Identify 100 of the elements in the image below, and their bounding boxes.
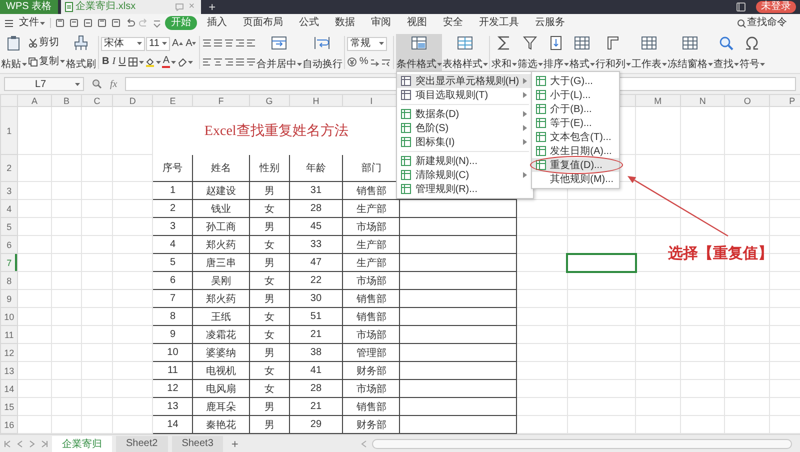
- ribbon-button[interactable]: 剪切: [27, 37, 66, 50]
- add-sheet-button[interactable]: +: [227, 436, 242, 450]
- sheet-tab[interactable]: Sheet3: [172, 436, 224, 452]
- align-icon[interactable]: [213, 56, 224, 67]
- menu-tab[interactable]: 审阅: [365, 16, 397, 30]
- menu-item[interactable]: 清除规则(C): [397, 168, 534, 182]
- menu-item[interactable]: 大于(G)...: [532, 74, 620, 88]
- document-icon[interactable]: [111, 18, 121, 28]
- menu-item[interactable]: 突出显示单元格规则(H): [397, 74, 534, 88]
- new-tab-button[interactable]: +: [200, 0, 224, 14]
- bold-button[interactable]: B: [101, 56, 110, 68]
- row-header[interactable]: 9: [0, 290, 18, 308]
- menu-tab[interactable]: 视图: [401, 16, 433, 30]
- column-header[interactable]: N: [680, 94, 725, 106]
- selected-cell[interactable]: [567, 254, 636, 272]
- column-header[interactable]: C: [82, 94, 112, 106]
- currency-icon[interactable]: [347, 57, 358, 68]
- ribbon-button[interactable]: 求和: [491, 34, 518, 71]
- ribbon-button[interactable]: 自动换行: [302, 34, 342, 71]
- row-header[interactable]: 8: [0, 272, 18, 290]
- column-header[interactable]: M: [636, 94, 680, 106]
- column-header[interactable]: A: [18, 94, 52, 106]
- sheet-tab[interactable]: 企業寄归: [52, 436, 112, 452]
- border-icon[interactable]: [128, 57, 138, 68]
- row-header[interactable]: 10: [0, 308, 18, 326]
- align-icon[interactable]: [202, 38, 212, 48]
- menu-tab[interactable]: 公式: [293, 16, 325, 30]
- row-header[interactable]: 4: [0, 200, 18, 218]
- row-header[interactable]: 3: [0, 182, 18, 200]
- menu-item[interactable]: 小于(L)...: [532, 88, 620, 102]
- document-icon[interactable]: [97, 18, 107, 28]
- align-icon[interactable]: [224, 38, 234, 48]
- shrink-font-button[interactable]: A: [184, 38, 198, 50]
- menu-item[interactable]: 介于(B)...: [532, 102, 620, 116]
- menu-icon[interactable]: [4, 18, 14, 28]
- font-size-field[interactable]: 11: [146, 36, 170, 51]
- menu-item[interactable]: 项目选取规则(T): [397, 88, 534, 102]
- menu-tab[interactable]: 云服务: [529, 16, 571, 30]
- function-button[interactable]: fx: [110, 78, 118, 90]
- italic-button[interactable]: I: [111, 56, 117, 68]
- ribbon-button[interactable]: 格式刷: [66, 34, 96, 71]
- column-header[interactable]: G: [249, 94, 290, 106]
- document-icon[interactable]: [55, 18, 65, 28]
- ribbon-button[interactable]: 排序: [543, 34, 570, 71]
- row-header[interactable]: 6: [0, 236, 18, 254]
- align-icon[interactable]: [246, 38, 256, 48]
- align-icon[interactable]: [213, 38, 224, 48]
- row-header[interactable]: 14: [0, 380, 18, 398]
- align-icon[interactable]: [246, 56, 256, 67]
- menu-item[interactable]: 文本包含(T)...: [532, 130, 620, 144]
- column-header[interactable]: F: [192, 94, 250, 106]
- ribbon-button[interactable]: 表格样式: [442, 34, 488, 71]
- column-header[interactable]: O: [724, 94, 770, 106]
- menu-item[interactable]: 数据条(D): [397, 107, 534, 121]
- ribbon-button[interactable]: 筛选: [517, 34, 544, 71]
- row-header[interactable]: 15: [0, 398, 18, 416]
- name-box[interactable]: L7: [4, 77, 84, 91]
- file-menu[interactable]: 文件: [18, 17, 46, 29]
- row-header[interactable]: 2: [0, 154, 18, 182]
- column-header[interactable]: B: [51, 94, 82, 106]
- customize-icon[interactable]: [153, 18, 161, 28]
- column-header[interactable]: H: [289, 94, 343, 106]
- menu-item[interactable]: 色阶(S): [397, 121, 534, 135]
- ribbon-button[interactable]: 合并居中: [256, 34, 302, 71]
- menu-tab[interactable]: 开发工具: [473, 16, 525, 30]
- account-button[interactable]: 未登录: [756, 1, 796, 13]
- undo-icon[interactable]: [125, 18, 135, 28]
- number-format-field[interactable]: 常规: [347, 36, 388, 51]
- row-header[interactable]: 13: [0, 362, 18, 380]
- row-header[interactable]: 7: [0, 254, 18, 272]
- ribbon-button[interactable]: 粘贴: [1, 34, 27, 71]
- menu-tab[interactable]: 安全: [437, 16, 469, 30]
- decimal-icon[interactable]: [370, 57, 380, 68]
- ribbon-button[interactable]: 工作表: [631, 34, 668, 71]
- ribbon-button[interactable]: 复制: [27, 56, 66, 68]
- sheet-tab[interactable]: Sheet2: [116, 436, 168, 452]
- fill-icon[interactable]: [144, 57, 155, 68]
- document-icon[interactable]: [83, 18, 93, 28]
- zoom-icon[interactable]: [92, 79, 102, 89]
- percent-button[interactable]: %: [358, 56, 370, 68]
- menu-item[interactable]: 新建规则(N)...: [397, 154, 534, 168]
- scrollbar[interactable]: [372, 438, 792, 448]
- app-tab[interactable]: WPS 表格: [0, 0, 58, 14]
- document-icon[interactable]: [69, 18, 79, 28]
- ribbon-button[interactable]: 格式: [569, 34, 596, 71]
- row-header[interactable]: 5: [0, 218, 18, 236]
- ribbon-button[interactable]: 查找: [713, 34, 740, 71]
- ribbon-button[interactable]: 符号: [739, 34, 766, 71]
- row-header[interactable]: 1: [0, 106, 18, 154]
- font-color-button[interactable]: A: [162, 56, 170, 68]
- underline-button[interactable]: U: [118, 56, 127, 68]
- menu-item[interactable]: 图标集(I): [397, 135, 534, 149]
- row-header[interactable]: 11: [0, 326, 18, 344]
- menu-tab[interactable]: 插入: [201, 16, 233, 30]
- menu-tab[interactable]: 数据: [329, 16, 361, 30]
- font-field[interactable]: 宋体: [101, 36, 145, 51]
- align-icon[interactable]: [235, 56, 246, 67]
- ribbon-button[interactable]: 行和列: [595, 34, 632, 71]
- menu-tab[interactable]: 页面布局: [237, 16, 289, 30]
- column-header[interactable]: P: [770, 94, 800, 106]
